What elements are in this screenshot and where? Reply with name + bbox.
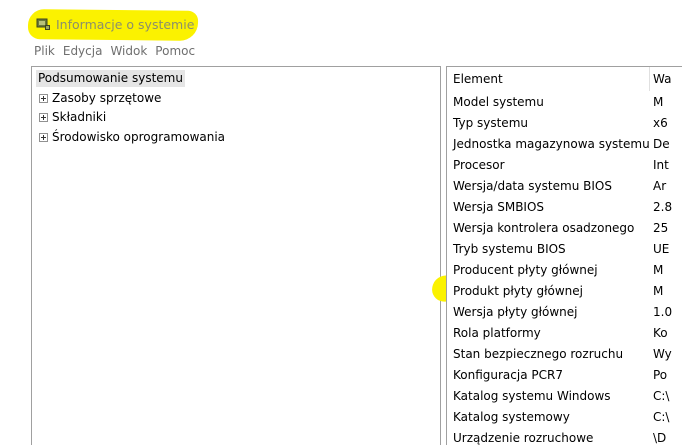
row-element-value: De [653, 137, 670, 151]
table-row[interactable]: Katalog systemowy C:\ [447, 408, 682, 429]
table-row[interactable]: Konfiguracja PCR7 Po [447, 366, 682, 387]
table-row[interactable]: Wersja płyty głównej 1.0 [447, 303, 682, 324]
row-element-value: M [653, 95, 664, 109]
table-row[interactable]: Wersja/data systemu BIOS Ar [447, 177, 682, 198]
title-bar: Informacje o systemie [0, 0, 682, 41]
tree-item-label: Środowisko oprogramowania [52, 130, 226, 144]
menu-help[interactable]: Pomoc [153, 43, 201, 60]
row-element-value: M [653, 284, 664, 298]
details-list[interactable]: Element Wa Model systemu M Typ systemu x6 Je… [446, 66, 682, 445]
tree-item-label: Składniki [52, 110, 107, 124]
category-tree[interactable]: Podsumowanie systemu Zasoby sprzętowe Sk… [31, 66, 441, 445]
menu-edit[interactable]: Edycja [61, 43, 109, 60]
row-element-name: Typ systemu [453, 116, 528, 130]
system-info-app-icon [36, 18, 50, 30]
table-row[interactable]: Katalog systemu Windows C:\ [447, 387, 682, 408]
table-row[interactable]: Rola platformy Ko [447, 324, 682, 345]
table-row[interactable]: Wersja kontrolera osadzonego 25 [447, 219, 682, 240]
row-element-name: Wersja SMBIOS [453, 200, 545, 214]
row-element-value: C:\ [653, 410, 670, 424]
row-element-name: Jednostka magazynowa systemu [453, 137, 650, 151]
row-element-value: Ar [653, 179, 667, 193]
row-element-name: Wersja kontrolera osadzonego [453, 221, 635, 235]
menu-file[interactable]: Plik [32, 43, 61, 60]
row-element-name: Tryb systemu BIOS [453, 242, 566, 256]
table-row[interactable]: Stan bezpiecznego rozruchu Wy [447, 345, 682, 366]
tree-item-hardware-resources[interactable]: Zasoby sprzętowe [39, 90, 161, 107]
row-element-name: Urządzenie rozruchowe [453, 431, 594, 445]
row-element-value: 1.0 [653, 305, 673, 319]
row-element-name: Rola platformy [453, 326, 541, 340]
column-header-value[interactable]: Wa [653, 72, 671, 86]
row-element-value: 25 [653, 221, 669, 235]
row-element-name: Katalog systemu Windows [453, 389, 611, 403]
row-element-value: \D [653, 431, 667, 445]
table-row[interactable]: Tryb systemu BIOS UE [447, 240, 682, 261]
row-element-name: Produkt płyty głównej [453, 284, 583, 298]
row-element-name: Katalog systemowy [453, 410, 570, 424]
table-row[interactable]: Urządzenie rozruchowe \D [447, 429, 682, 445]
row-element-value: Int [653, 158, 669, 172]
expand-plus-icon[interactable] [39, 94, 48, 103]
row-element-value: M [653, 263, 664, 277]
row-element-value: 2.8 [653, 200, 673, 214]
row-element-name: Stan bezpiecznego rozruchu [453, 347, 624, 361]
row-element-name: Konfiguracja PCR7 [453, 368, 563, 382]
row-element-value: Wy [653, 347, 672, 361]
table-row[interactable]: Typ systemu x6 [447, 114, 682, 135]
table-row[interactable]: Model systemu M [447, 93, 682, 114]
column-header-element[interactable]: Element [453, 72, 503, 86]
row-element-value: Po [653, 368, 668, 382]
expand-plus-icon[interactable] [39, 133, 48, 142]
column-divider[interactable] [649, 67, 650, 91]
row-element-value: C:\ [653, 389, 670, 403]
tree-item-label: Zasoby sprzętowe [52, 91, 162, 105]
table-row[interactable]: Procesor Int [447, 156, 682, 177]
table-row[interactable]: Jednostka magazynowa systemu De [447, 135, 682, 156]
row-element-name: Model systemu [453, 95, 544, 109]
row-element-value: Ko [653, 326, 668, 340]
table-row[interactable]: Wersja SMBIOS 2.8 [447, 198, 682, 219]
table-row[interactable]: Producent płyty głównej M [447, 261, 682, 282]
menu-view[interactable]: Widok [108, 43, 153, 60]
table-row[interactable]: Produkt płyty głównej M [447, 282, 682, 303]
row-element-value: UE [653, 242, 670, 256]
row-element-name: Wersja/data systemu BIOS [453, 179, 612, 193]
list-header: Element Wa [447, 67, 682, 91]
tree-item-software-environment[interactable]: Środowisko oprogramowania [39, 129, 225, 146]
window-title: Informacje o systemie [56, 17, 195, 32]
tree-item-system-summary[interactable]: Podsumowanie systemu [36, 70, 185, 87]
system-information-window: Informacje o systemie Plik Edycja Widok … [0, 0, 682, 445]
tree-item-components[interactable]: Składniki [39, 109, 106, 126]
row-element-name: Producent płyty głównej [453, 263, 598, 277]
expand-plus-icon[interactable] [39, 113, 48, 122]
menu-bar: Plik Edycja Widok Pomoc [32, 43, 201, 60]
row-element-name: Wersja płyty głównej [453, 305, 578, 319]
row-element-name: Procesor [453, 158, 505, 172]
row-element-value: x6 [653, 116, 668, 130]
